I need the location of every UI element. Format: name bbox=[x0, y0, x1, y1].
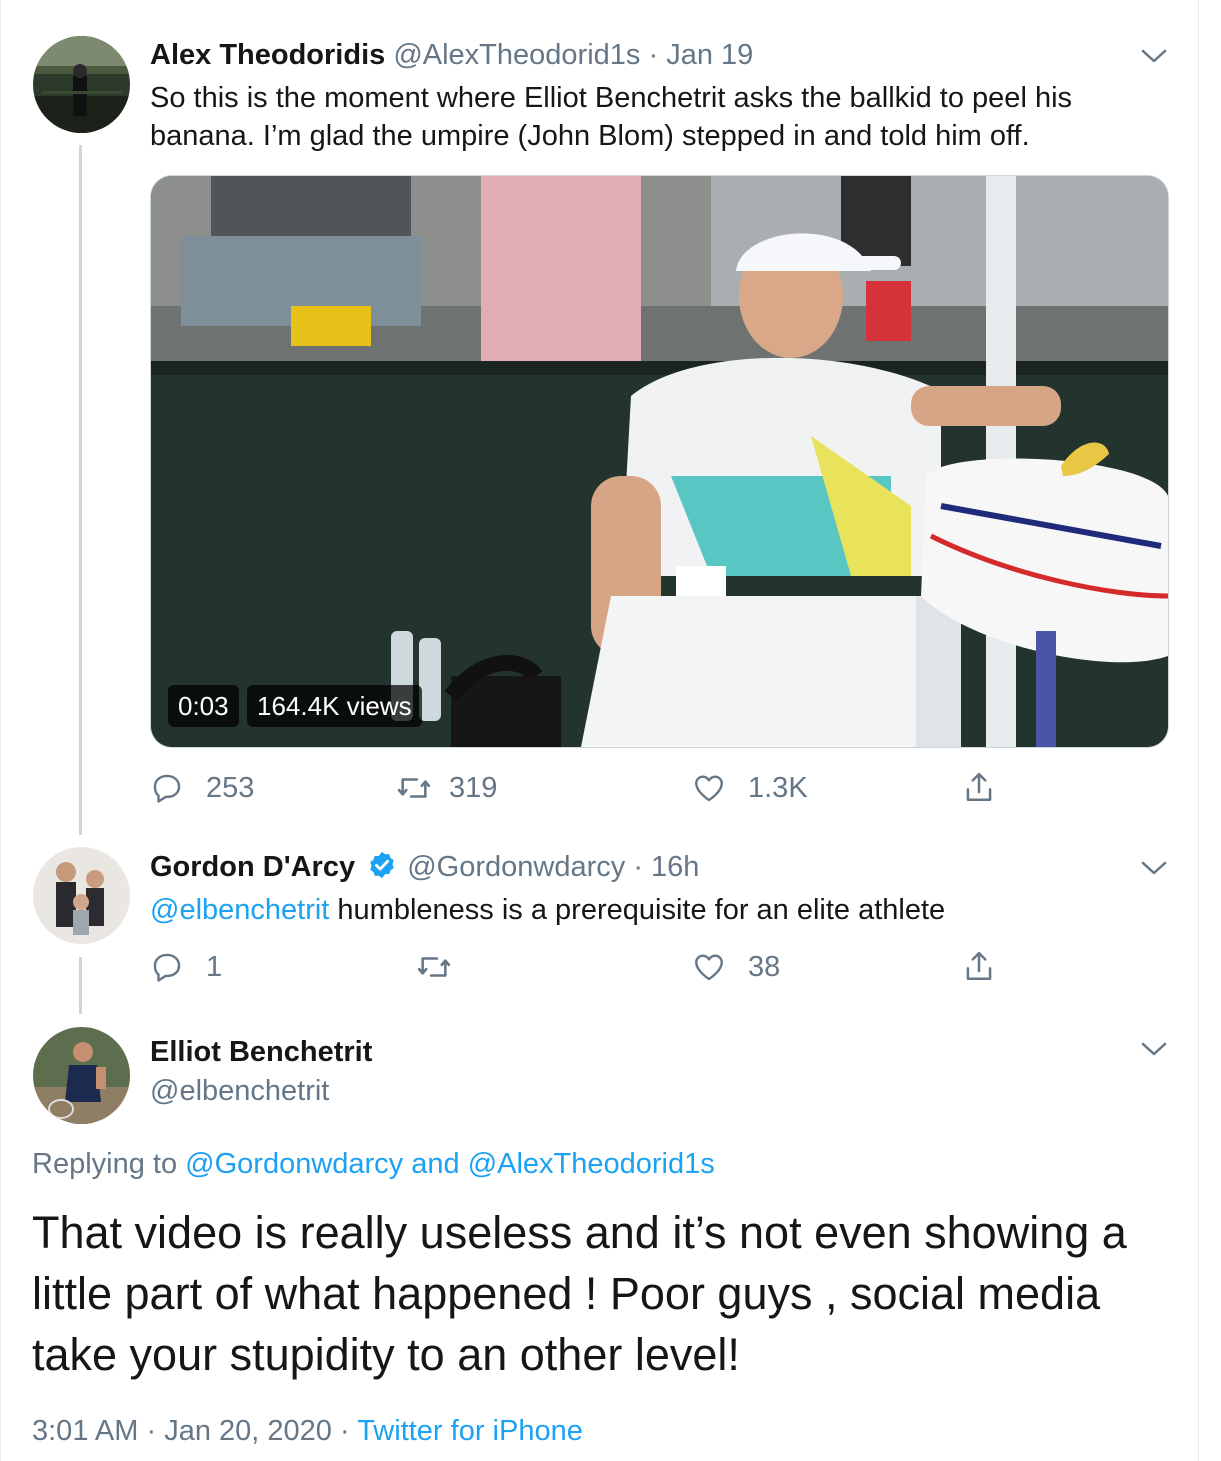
tweet-source-link[interactable]: Twitter for iPhone bbox=[357, 1415, 583, 1447]
reply-button[interactable]: 253 bbox=[150, 768, 254, 808]
tweet-metadata: 3:01 AM · Jan 20, 2020 · Twitter for iPh… bbox=[32, 1412, 583, 1450]
like-count: 1.3K bbox=[748, 771, 808, 804]
video-views: 164.4K views bbox=[247, 685, 422, 727]
verified-badge-icon bbox=[370, 851, 394, 879]
reply-mention-link[interactable]: @AlexTheodorid1s bbox=[468, 1148, 715, 1180]
separator-dot: · bbox=[648, 39, 659, 71]
thread-line bbox=[79, 957, 82, 1014]
retweet-icon bbox=[397, 778, 431, 798]
retweet-icon bbox=[417, 957, 451, 977]
replying-label: Replying to bbox=[32, 1148, 186, 1180]
reply-count: 1 bbox=[206, 950, 223, 983]
share-icon bbox=[966, 951, 992, 981]
like-icon bbox=[695, 775, 723, 802]
reply-icon bbox=[153, 774, 181, 803]
video-frame bbox=[151, 176, 1168, 747]
video-duration: 0:03 bbox=[168, 685, 239, 727]
user-name[interactable]: Alex Theodoridis bbox=[150, 39, 385, 71]
chevron-down-icon[interactable] bbox=[1141, 48, 1167, 64]
share-icon bbox=[966, 772, 992, 802]
video-player[interactable]: 0:03 164.4K views bbox=[150, 175, 1169, 748]
tweet-date[interactable]: Jan 20, 2020 bbox=[164, 1415, 332, 1447]
chevron-down-icon[interactable] bbox=[1141, 860, 1167, 876]
separator-dot: · bbox=[146, 1415, 157, 1447]
frame-right-border bbox=[1198, 0, 1199, 1461]
tweet-body: humbleness is a prerequisite for an elit… bbox=[329, 894, 946, 926]
tweet-actions: 1 38 bbox=[150, 947, 1010, 987]
tweet-text: So this is the moment where Elliot Bench… bbox=[150, 82, 1073, 152]
reply-mention-link[interactable]: @Gordonwdarcy bbox=[185, 1148, 403, 1180]
tweet-header: Gordon D'Arcy @Gordonwdarcy · 16h bbox=[150, 850, 699, 884]
user-handle[interactable]: @Gordonwdarcy bbox=[407, 851, 625, 883]
avatar[interactable] bbox=[33, 1027, 130, 1124]
user-handle[interactable]: @AlexTheodorid1s bbox=[393, 39, 640, 71]
avatar[interactable] bbox=[33, 36, 130, 133]
reply-count: 253 bbox=[206, 771, 255, 804]
user-handle[interactable]: @elbenchetrit bbox=[150, 1074, 329, 1108]
retweet-button[interactable]: 319 bbox=[395, 768, 497, 808]
tweet-text: @elbenchetrit humbleness is a prerequisi… bbox=[150, 891, 1150, 929]
retweet-count: 319 bbox=[449, 771, 498, 804]
reply-button[interactable]: 1 bbox=[150, 947, 222, 987]
tweet-actions: 253 319 1.3K bbox=[150, 768, 1010, 808]
main-tweet-text: That video is really useless and it’s no… bbox=[32, 1207, 1127, 1380]
tweet-time[interactable]: Jan 19 bbox=[666, 39, 753, 71]
like-button[interactable]: 1.3K bbox=[692, 768, 808, 808]
user-name[interactable]: Elliot Benchetrit bbox=[150, 1035, 372, 1069]
avatar[interactable] bbox=[33, 847, 130, 944]
thread-line bbox=[79, 145, 82, 835]
reply-icon bbox=[153, 953, 181, 982]
mention-link[interactable]: @elbenchetrit bbox=[150, 894, 329, 926]
tweet-time[interactable]: 3:01 AM bbox=[32, 1415, 138, 1447]
tweet-header: Alex Theodoridis @AlexTheodorid1s · Jan … bbox=[150, 38, 753, 72]
separator-dot: · bbox=[339, 1415, 350, 1447]
retweet-button[interactable] bbox=[415, 947, 475, 987]
replying-to: Replying to @Gordonwdarcy and @AlexTheod… bbox=[32, 1145, 715, 1183]
reply-mention-connector: and bbox=[403, 1148, 468, 1180]
separator-dot: · bbox=[633, 851, 643, 883]
user-name[interactable]: Gordon D'Arcy bbox=[150, 851, 355, 883]
like-icon bbox=[695, 954, 723, 981]
like-count: 38 bbox=[748, 950, 781, 983]
share-button[interactable] bbox=[962, 947, 996, 987]
chevron-down-icon[interactable] bbox=[1141, 1041, 1167, 1057]
frame-left-border bbox=[0, 0, 1, 1461]
share-button[interactable] bbox=[962, 768, 996, 808]
like-button[interactable]: 38 bbox=[692, 947, 780, 987]
tweet-time[interactable]: 16h bbox=[651, 851, 699, 883]
